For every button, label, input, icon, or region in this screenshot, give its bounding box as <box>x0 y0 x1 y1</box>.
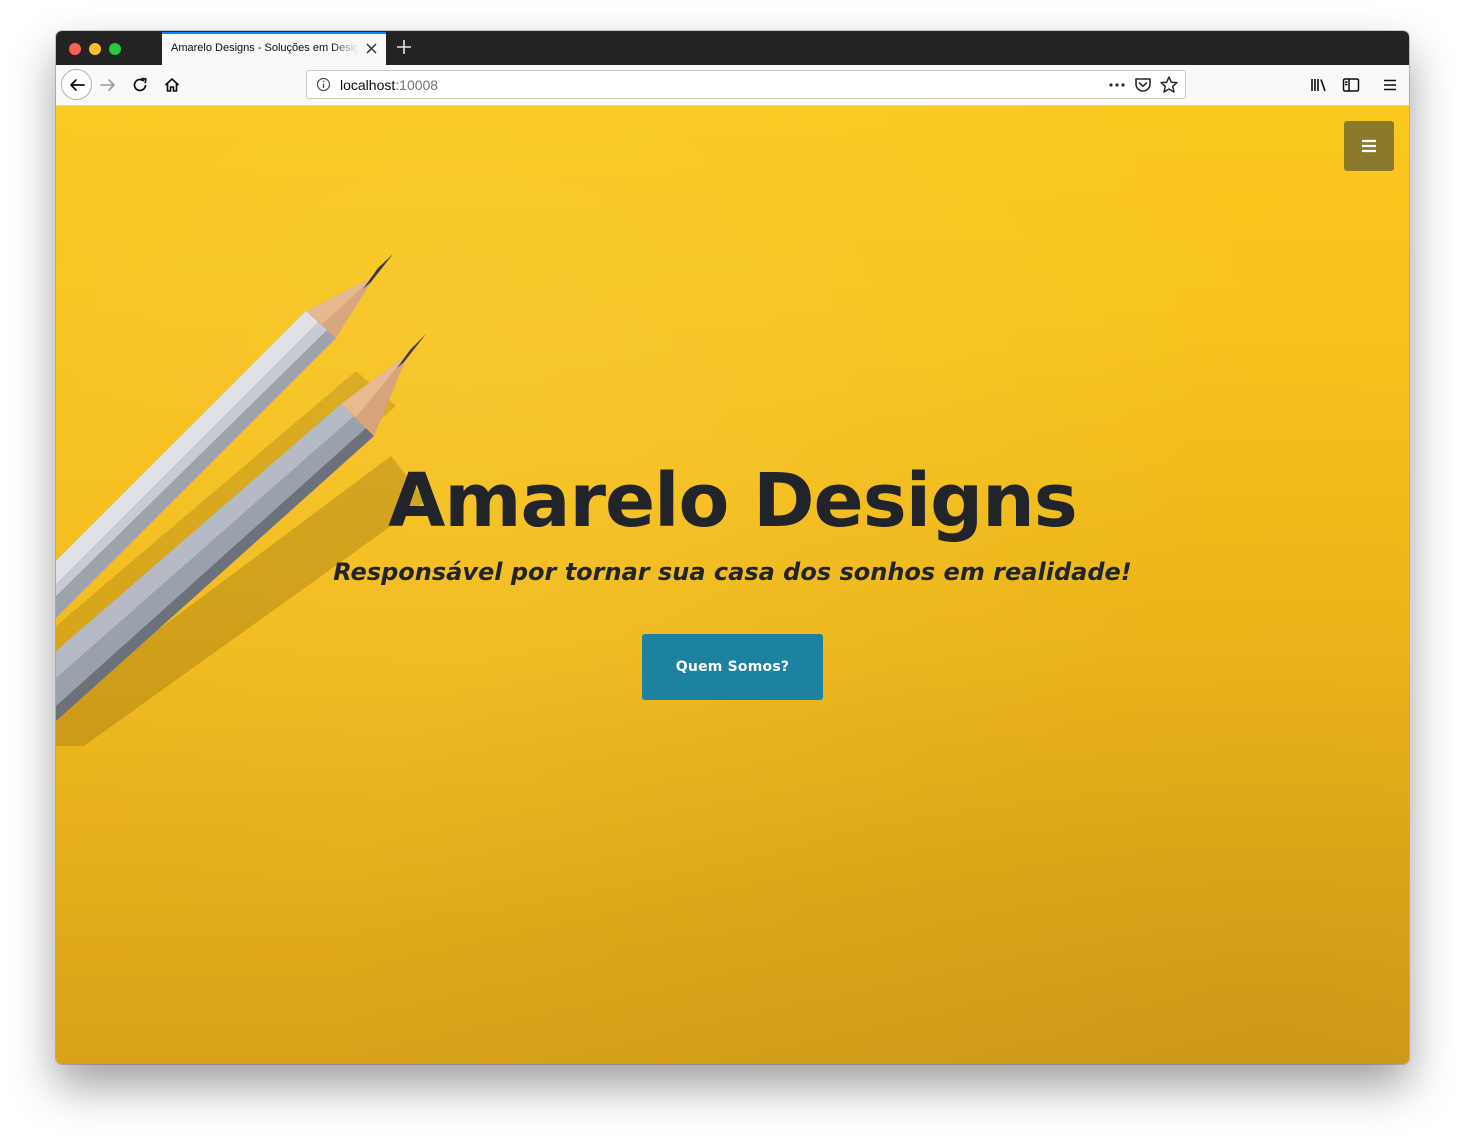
tab-title: Amarelo Designs - Soluções em Design <box>171 42 359 54</box>
browser-window: Amarelo Designs - Soluções em Design loc… <box>56 31 1409 1064</box>
pocket-icon[interactable] <box>1133 75 1153 95</box>
bookmark-star-icon[interactable] <box>1159 75 1179 95</box>
home-button[interactable] <box>160 73 184 97</box>
forward-button[interactable] <box>96 73 120 97</box>
url-text[interactable]: localhost:10008 <box>340 77 438 93</box>
reload-button[interactable] <box>128 73 152 97</box>
close-window-button[interactable] <box>69 43 81 55</box>
reload-icon <box>133 77 147 92</box>
more-dots-icon[interactable] <box>1107 75 1127 95</box>
open-menu-button[interactable] <box>1379 74 1401 96</box>
sidebar-icon <box>1342 78 1360 92</box>
hamburger-icon <box>1362 139 1376 153</box>
library-button[interactable] <box>1308 74 1330 96</box>
minimize-window-button[interactable] <box>89 43 101 55</box>
menu-icon <box>1384 79 1396 91</box>
navigation-toolbar: localhost:10008 <box>56 65 1409 106</box>
browser-tab[interactable]: Amarelo Designs - Soluções em Design <box>162 32 386 65</box>
forward-arrow-icon <box>100 79 115 91</box>
zoom-window-button[interactable] <box>109 43 121 55</box>
url-port: :10008 <box>395 77 439 93</box>
close-icon[interactable] <box>365 42 378 55</box>
sidebar-button[interactable] <box>1340 74 1362 96</box>
quem-somos-button[interactable]: Quem Somos? <box>642 634 823 701</box>
title-bar: Amarelo Designs - Soluções em Design <box>56 31 1409 65</box>
new-tab-icon[interactable] <box>394 37 414 57</box>
library-icon <box>1311 79 1326 92</box>
back-button[interactable] <box>61 69 92 100</box>
address-bar[interactable]: localhost:10008 <box>306 70 1186 99</box>
back-arrow-icon <box>69 78 85 91</box>
info-icon[interactable] <box>316 77 331 92</box>
page-subtitle: Responsável por tornar sua casa dos sonh… <box>333 558 1132 587</box>
page-viewport: Amarelo Designs Responsável por tornar s… <box>56 106 1409 1064</box>
url-host: localhost <box>340 77 396 93</box>
hero-section: Amarelo Designs Responsável por tornar s… <box>56 458 1409 701</box>
home-icon <box>164 78 180 92</box>
page-title: Amarelo Designs <box>388 458 1078 544</box>
nav-toggle-button[interactable] <box>1344 121 1394 171</box>
